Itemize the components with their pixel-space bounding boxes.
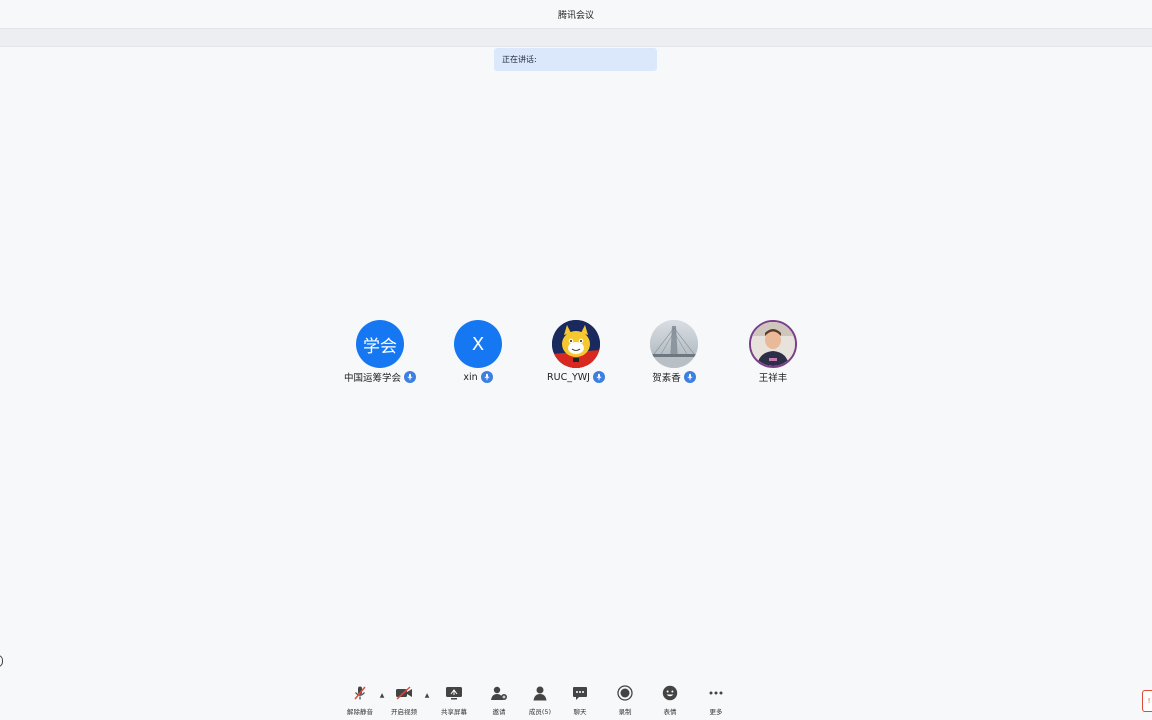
record-icon [616,684,634,702]
participant-tile[interactable]: RUC_YWJ [526,320,626,390]
person-photo-avatar-icon [749,320,797,368]
invite-person-icon [490,684,508,702]
participant-tile[interactable]: 王祥丰 [723,320,823,390]
more-label: 更多 [709,708,723,716]
speaking-indicator: 正在讲话: [494,48,657,71]
video-options-caret-icon[interactable]: ▲ [423,691,431,699]
reactions-label: 表情 [663,708,677,716]
mic-badge-icon [404,371,416,383]
participant-name-row: 王祥丰 [759,370,788,384]
participant-name-row: xin [463,370,493,384]
title-bar: 腾讯会议 [0,0,1152,28]
participant-name: RUC_YWJ [547,371,590,383]
side-panel-handle-icon[interactable] [0,655,3,667]
share-screen-button[interactable]: 共享屏幕 [434,684,474,718]
avatar: X [454,320,502,368]
speaking-label: 正在讲话: [502,55,537,64]
participant-name: 贺素香 [652,373,681,384]
chat-bubble-icon [571,684,589,702]
start-video-label: 开启视频 [391,708,417,716]
members-label: 成员(5) [528,708,552,716]
start-video-button[interactable]: 开启视频 [384,684,424,718]
participant-name-row: 中国运筹学会 [344,370,416,384]
chat-button[interactable]: 聊天 [560,684,600,718]
bridge-photo-avatar-icon [650,320,698,368]
audio-options-caret-icon[interactable]: ▲ [378,691,386,699]
participant-name-row: 贺素香 [652,370,696,384]
smiley-icon [661,684,679,702]
invite-label: 邀请 [492,708,506,716]
participant-tile[interactable]: 学会 中国运筹学会 [330,320,430,390]
video-off-icon [395,684,413,702]
mic-badge-icon [592,371,605,383]
participant-gallery: 学会 中国运筹学会 X xin RUC_YWJ 贺素香 王祥丰 [330,320,822,390]
feedback-tab-icon[interactable]: ! [1142,690,1152,712]
invite-button[interactable]: 邀请 [479,684,519,718]
share-screen-label: 共享屏幕 [441,708,467,716]
participant-name: xin [463,371,478,383]
members-icon [531,684,549,702]
reactions-button[interactable]: 表情 [650,684,690,718]
top-toolbar-strip [0,28,1152,47]
more-dots-icon [707,684,725,702]
participant-tile[interactable]: X xin [428,320,528,390]
members-button[interactable]: 成员(5) [520,684,560,718]
share-screen-icon [445,684,463,702]
avatar: 学会 [356,320,404,368]
avatar-text: X [471,333,485,355]
avatar-text: 学会 [363,336,397,357]
mic-muted-icon [351,684,369,702]
participant-name: 王祥丰 [758,373,788,384]
record-button[interactable]: 录制 [605,684,645,718]
mic-badge-icon [683,371,696,383]
participant-name: 中国运筹学会 [343,373,401,384]
more-button[interactable]: 更多 [696,684,736,718]
participant-name-row: RUC_YWJ [547,370,605,384]
chat-label: 聊天 [573,708,587,716]
unmute-label: 解除静音 [347,708,373,716]
window-title: 腾讯会议 [557,10,594,21]
participant-tile[interactable]: 贺素香 [624,320,724,390]
cartoon-cat-avatar-icon [552,320,600,368]
mic-badge-icon [480,371,493,383]
unmute-button[interactable]: 解除静音 [340,684,380,718]
record-label: 录制 [618,708,632,716]
meeting-toolbar: 解除静音 开启视频 共享屏幕 邀请 成员(5) 聊天 录制 表情 更多 [340,684,740,718]
